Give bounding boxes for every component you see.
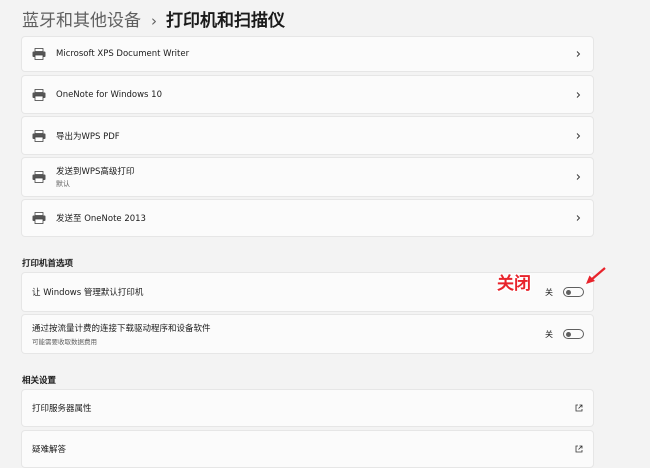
printer-icon	[32, 88, 46, 101]
breadcrumb: 蓝牙和其他设备 › 打印机和扫描仪	[22, 9, 285, 33]
device-name: OneNote for Windows 10	[56, 89, 162, 100]
external-link-icon	[575, 404, 583, 412]
related-item-label: 疑难解答	[32, 445, 67, 455]
option-label: 让 Windows 管理默认打印机	[32, 288, 144, 298]
related-item-troubleshoot[interactable]: 疑难解答	[21, 430, 594, 468]
device-name: 发送到WPS高级打印	[56, 167, 135, 177]
manage-default-printer-toggle[interactable]	[563, 287, 584, 297]
device-item-wps-pdf[interactable]: 导出为WPS PDF	[21, 116, 594, 155]
device-name: 导出为WPS PDF	[56, 131, 120, 142]
external-link-icon	[575, 445, 583, 453]
printer-icon	[32, 171, 46, 183]
annotation-arrow-icon	[586, 267, 606, 284]
device-name: Microsoft XPS Document Writer	[56, 49, 190, 59]
page-title: 打印机和扫描仪	[166, 11, 285, 31]
printer-icon	[32, 129, 46, 142]
breadcrumb-separator: ›	[151, 12, 157, 30]
printer-icon	[32, 212, 46, 224]
breadcrumb-parent[interactable]: 蓝牙和其他设备	[22, 9, 141, 33]
chevron-right-icon	[576, 51, 581, 57]
annotation-label: 关闭	[497, 274, 531, 294]
option-label: 通过按流量计费的连接下载驱动程序和设备软件	[32, 324, 211, 334]
toggle-state-label: 关	[545, 329, 553, 339]
toggle-knob	[566, 289, 571, 295]
toggle-knob	[566, 331, 571, 337]
device-item-wps-advanced-print[interactable]: 发送到WPS高级打印 默认	[21, 157, 594, 197]
chevron-right-icon	[576, 174, 581, 180]
section-title-printer-prefs: 打印机首选项	[22, 259, 74, 269]
device-item-xps[interactable]: Microsoft XPS Document Writer	[21, 36, 594, 72]
device-item-onenote-win10[interactable]: OneNote for Windows 10	[21, 75, 594, 114]
section-title-related: 相关设置	[22, 376, 57, 386]
device-name: 发送至 OneNote 2013	[56, 214, 146, 224]
chevron-right-icon	[576, 91, 581, 98]
chevron-right-icon	[576, 132, 581, 139]
printer-icon	[32, 48, 46, 60]
chevron-right-icon	[576, 215, 581, 221]
option-metered-download: 通过按流量计费的连接下载驱动程序和设备软件 可能需要收取数据费用 关	[21, 314, 594, 354]
option-sublabel: 可能需要收取数据费用	[32, 338, 97, 346]
metered-download-toggle[interactable]	[563, 329, 584, 339]
related-item-print-server[interactable]: 打印服务器属性	[21, 389, 594, 427]
device-item-onenote-2013[interactable]: 发送至 OneNote 2013	[21, 199, 594, 237]
related-item-label: 打印服务器属性	[32, 404, 92, 414]
default-badge: 默认	[56, 180, 70, 188]
toggle-state-label: 关	[545, 287, 553, 297]
